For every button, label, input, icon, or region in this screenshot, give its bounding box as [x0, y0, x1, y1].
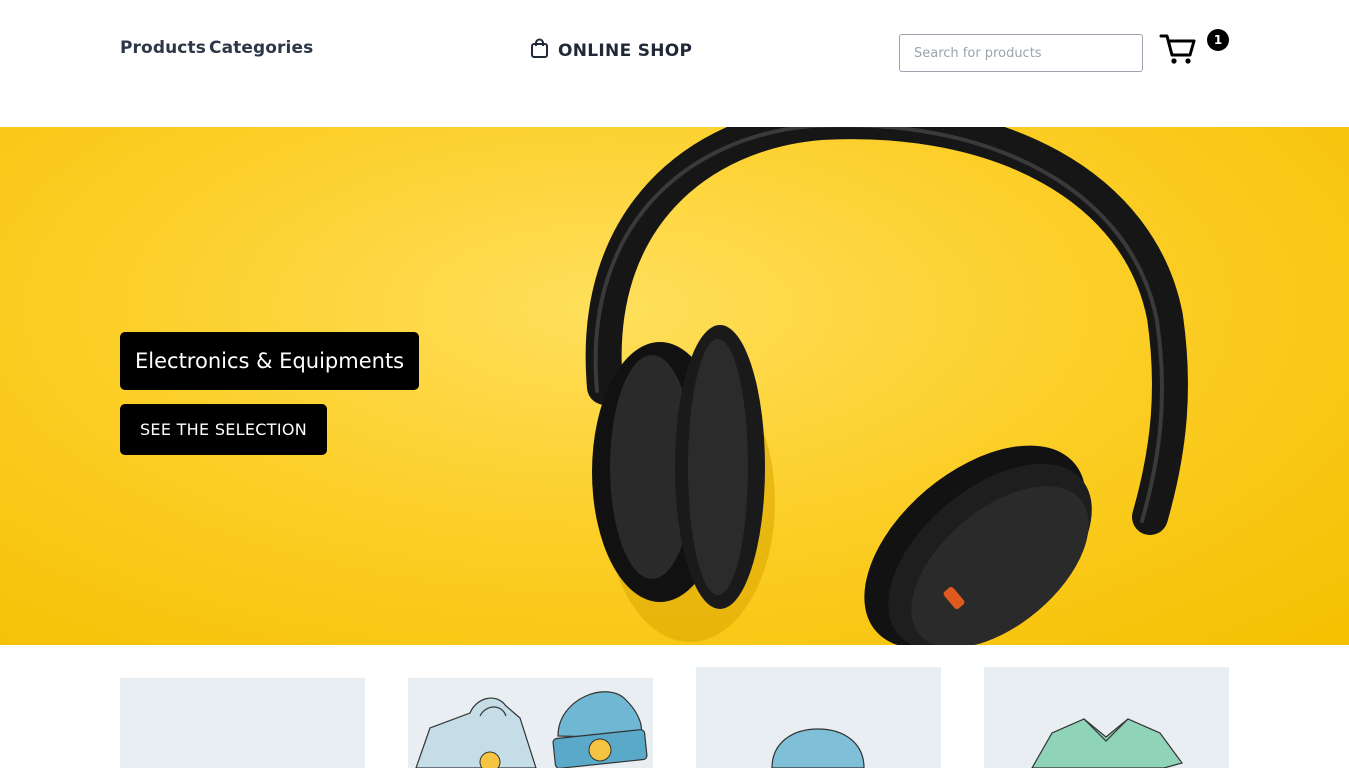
hero-title: Electronics & Equipments: [120, 332, 420, 390]
product-image: [415, 691, 648, 768]
product-card[interactable]: [120, 678, 365, 768]
product-card[interactable]: [408, 678, 653, 768]
brand-logo[interactable]: ONLINE SHOP: [530, 38, 692, 63]
cart-count-badge: 1: [1207, 29, 1229, 51]
see-selection-button[interactable]: SEE THE SELECTION: [120, 404, 327, 455]
shopping-bag-icon: [530, 38, 549, 63]
brand-name: ONLINE SHOP: [558, 40, 693, 61]
product-image: [1031, 718, 1183, 768]
product-image: [771, 728, 865, 768]
nav-products-link[interactable]: Products: [120, 38, 206, 58]
product-image: [120, 678, 365, 768]
hero-banner: Electronics & Equipments SEE THE SELECTI…: [0, 127, 1349, 645]
cart-button[interactable]: [1159, 32, 1197, 66]
cart-icon: [1159, 34, 1196, 64]
product-card[interactable]: [984, 667, 1229, 768]
search-input[interactable]: [899, 34, 1143, 72]
product-card[interactable]: [696, 667, 941, 768]
site-header: Products Categories ONLINE SHOP 1: [0, 0, 1349, 127]
nav-categories-link[interactable]: Categories: [209, 38, 313, 58]
